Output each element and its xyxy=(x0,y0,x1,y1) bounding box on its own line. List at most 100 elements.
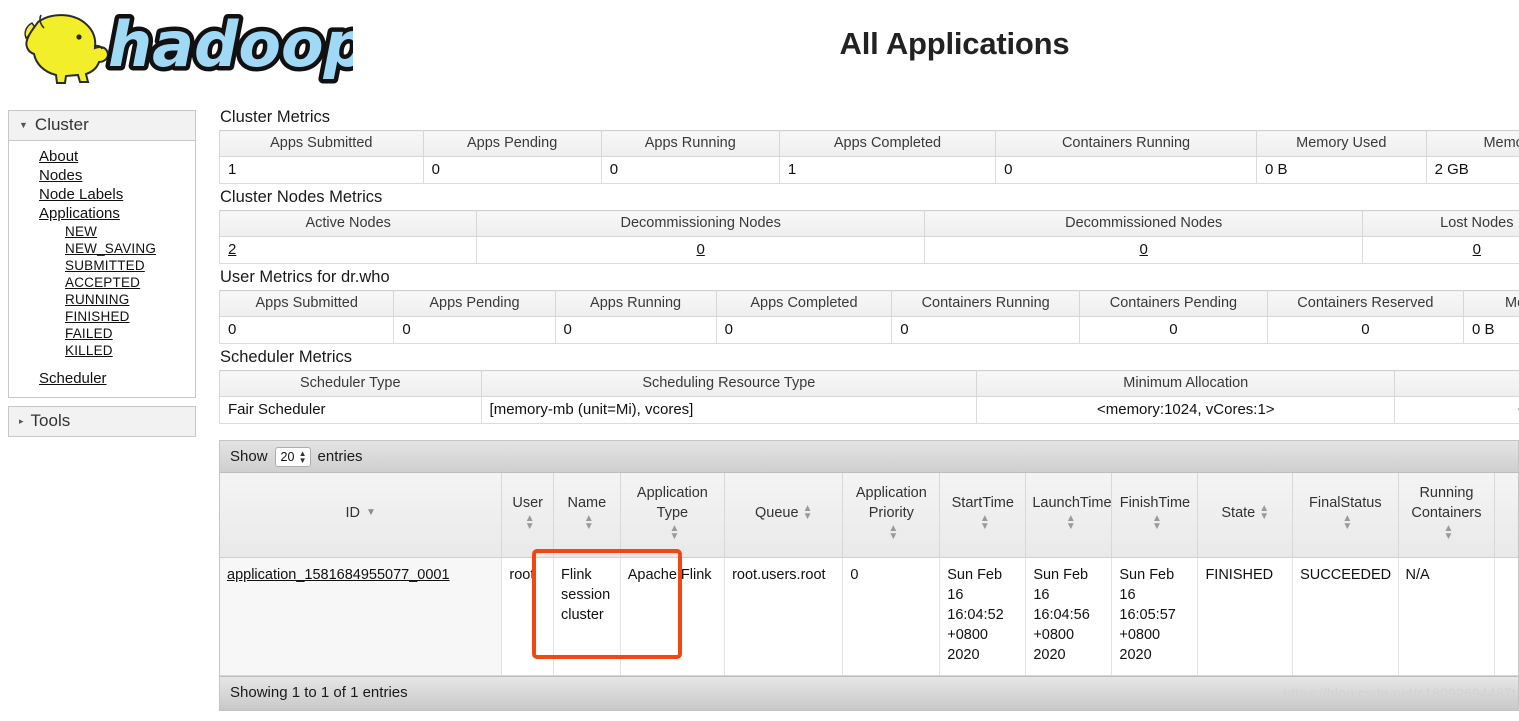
col-maximum-allocation: Maximum Allocation xyxy=(1394,370,1519,397)
sidebar-item-about[interactable]: About xyxy=(9,147,195,166)
cluster-nodes-metrics-clip: Active Nodes Decommissioning Nodes Decom… xyxy=(219,210,1519,268)
col-launch-time[interactable]: LaunchTime ▲ ▼ xyxy=(1025,473,1113,558)
sidebar-item-applications[interactable]: Applications xyxy=(9,204,195,223)
sidebar-item-state-failed[interactable]: FAILED xyxy=(9,325,195,342)
col-apps-pending: Apps Pending xyxy=(422,130,602,157)
col-running-containers-label: Running Containers xyxy=(1411,485,1482,521)
col-containers-running: Containers Running xyxy=(995,130,1257,157)
sort-both-icon: ▲ ▼ xyxy=(669,522,680,542)
table-header-row: ID ▼ User ▲ ▼ Name ▲ ▼ Application Type▲ ▼ Que… xyxy=(220,473,1518,558)
datatable-info: Showing 1 to 1 of 1 entries xyxy=(230,683,408,701)
val-scheduler-type: Fair Scheduler xyxy=(219,396,482,424)
page-size-select[interactable]: 20 xyxy=(274,446,311,467)
cell-queue: root.users.root xyxy=(724,557,844,676)
application-id-link[interactable]: application_1581684955077_0001 xyxy=(227,567,450,583)
col-start-time-label: StartTime xyxy=(951,495,1014,512)
col-final-status[interactable]: FinalStatus ▲ ▼ xyxy=(1292,473,1399,558)
cell-id[interactable]: application_1581684955077_0001 xyxy=(220,557,503,676)
table-row: Fair Scheduler [memory-mb (unit=Mi), vco… xyxy=(219,396,1519,424)
val-decommissioning-nodes-link[interactable]: 0 xyxy=(696,241,704,258)
sidebar-item-state-finished[interactable]: FINISHED xyxy=(9,308,195,325)
sidebar-item-node-labels[interactable]: Node Labels xyxy=(9,185,195,204)
table-header-row: Apps Submitted Apps Pending Apps Running… xyxy=(219,290,1519,317)
cell-overflow xyxy=(1494,557,1518,676)
val-user-apps-submitted: 0 xyxy=(219,316,395,344)
col-apps-running: Apps Running xyxy=(600,130,780,157)
val-decommissioned-nodes-link[interactable]: 0 xyxy=(1140,241,1148,258)
sidebar-item-state-new-saving[interactable]: NEW_SAVING xyxy=(9,240,195,257)
sidebar-item-state-submitted[interactable]: SUBMITTED xyxy=(9,257,195,274)
cluster-metrics-clip: Apps Submitted Apps Pending Apps Running… xyxy=(219,130,1519,188)
val-active-nodes[interactable]: 2 xyxy=(219,236,478,264)
col-memory-total: Memory Total xyxy=(1425,130,1519,157)
col-application-priority[interactable]: Application Priority▲ ▼ xyxy=(842,473,941,558)
sort-desc-icon: ▼ xyxy=(365,507,376,519)
val-lost-nodes[interactable]: 0 xyxy=(1362,236,1519,264)
col-state[interactable]: State ▲ ▼ xyxy=(1197,473,1294,558)
col-overflow xyxy=(1494,473,1518,558)
table-row: 0 0 0 0 0 0 0 0 B 0 B xyxy=(219,316,1519,344)
sidebar-section-cluster-label: Cluster xyxy=(34,115,89,134)
col-running-containers[interactable]: Running Containers ▲ ▼ xyxy=(1398,473,1496,558)
col-user[interactable]: User ▲ ▼ xyxy=(501,473,555,558)
cell-final-status: SUCCEEDED xyxy=(1292,557,1399,676)
sidebar-section-tools[interactable]: ▸ Tools xyxy=(9,407,195,436)
col-user-containers-running: Containers Running xyxy=(891,290,1081,317)
col-id[interactable]: ID ▼ xyxy=(220,473,503,558)
cell-state: FINISHED xyxy=(1197,557,1294,676)
val-user-containers-pending: 0 xyxy=(1079,316,1268,344)
col-decommissioning-nodes: Decommissioning Nodes xyxy=(476,210,925,237)
col-user-containers-reserved: Containers Reserved xyxy=(1266,290,1465,317)
cell-finish-time: Sun Feb 16 16:05:57 +0800 2020 xyxy=(1111,557,1199,676)
page-header: hadoop hadoop All Applications xyxy=(0,0,1519,104)
sidebar-item-scheduler[interactable]: Scheduler xyxy=(9,369,195,388)
sidebar-item-state-new[interactable]: NEW xyxy=(9,223,195,240)
sort-both-icon: ▲ ▼ xyxy=(1342,512,1353,532)
cell-name: Flink session cluster xyxy=(553,557,621,676)
val-user-memory-used: 0 B xyxy=(1463,316,1519,344)
caret-down-icon: ▼ xyxy=(19,119,28,130)
sidebar-item-state-accepted[interactable]: ACCEPTED xyxy=(9,274,195,291)
val-decommissioning-nodes[interactable]: 0 xyxy=(476,236,925,264)
cluster-metrics-title: Cluster Metrics xyxy=(220,108,331,126)
val-user-apps-completed: 0 xyxy=(715,316,893,344)
col-application-type-label: Application Type xyxy=(636,485,708,521)
val-lost-nodes-link[interactable]: 0 xyxy=(1473,241,1481,258)
main-content: Cluster Metrics Apps Submitted Apps Pend… xyxy=(219,108,1519,711)
sidebar-section-cluster[interactable]: ▼ Cluster xyxy=(9,111,195,141)
sort-both-icon: ▲ ▼ xyxy=(1443,522,1454,542)
table-row: application_1581684955077_0001 root Flin… xyxy=(220,557,1518,676)
col-application-type[interactable]: Application Type▲ ▼ xyxy=(620,473,726,558)
table-header-row: Apps Submitted Apps Pending Apps Running… xyxy=(219,130,1519,157)
applications-panel: Show 20 ▲ ▼ entries ID ▼ User ▲ ▼ Name ▲ ▼ xyxy=(219,440,1519,711)
cell-application-type: Apache Flink xyxy=(620,557,726,676)
sidebar-item-state-running[interactable]: RUNNING xyxy=(9,291,195,308)
col-memory-used: Memory Used xyxy=(1255,130,1427,157)
sidebar-section-tools-label: Tools xyxy=(30,411,71,430)
sidebar-item-nodes[interactable]: Nodes xyxy=(9,166,195,185)
col-finish-time[interactable]: FinishTime ▲ ▼ xyxy=(1111,473,1199,558)
cell-start-time: Sun Feb 16 16:04:52 +0800 2020 xyxy=(939,557,1027,676)
page-title: All Applications xyxy=(839,26,1070,61)
col-start-time[interactable]: StartTime ▲ ▼ xyxy=(939,473,1027,558)
col-scheduling-resource-type: Scheduling Resource Type xyxy=(480,370,978,397)
applications-table: ID ▼ User ▲ ▼ Name ▲ ▼ Application Type▲ ▼ Que… xyxy=(220,473,1518,676)
val-scheduling-resource-type: [memory-mb (unit=Mi), vcores] xyxy=(480,396,978,424)
col-lost-nodes: Lost Nodes xyxy=(1362,210,1519,237)
val-maximum-allocation: <memory:1024, vCores:1> xyxy=(1394,396,1519,424)
cluster-metrics-table: Apps Submitted Apps Pending Apps Running… xyxy=(219,130,1519,184)
col-finish-time-label: FinishTime xyxy=(1119,495,1191,512)
val-active-nodes-link[interactable]: 2 xyxy=(228,241,236,258)
watermark-text: https://blog.csdn.net/c18092694487t xyxy=(1283,684,1516,701)
cell-application-priority: 0 xyxy=(842,557,941,676)
page-size-select-wrap[interactable]: 20 ▲ ▼ xyxy=(274,446,311,467)
table-header-row: Active Nodes Decommissioning Nodes Decom… xyxy=(219,210,1519,237)
cell-running-containers: N/A xyxy=(1398,557,1496,676)
val-memory-total: 2 GB xyxy=(1425,156,1519,184)
col-scheduler-type: Scheduler Type xyxy=(219,370,482,397)
sidebar-item-state-killed[interactable]: KILLED xyxy=(9,342,195,359)
col-decommissioned-nodes: Decommissioned Nodes xyxy=(923,210,1364,237)
col-queue[interactable]: Queue ▲ ▼ xyxy=(724,473,844,558)
val-decommissioned-nodes[interactable]: 0 xyxy=(923,236,1364,264)
col-name[interactable]: Name ▲ ▼ xyxy=(553,473,621,558)
